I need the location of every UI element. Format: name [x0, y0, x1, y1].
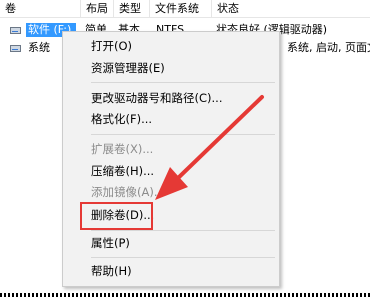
bottom-border — [0, 293, 370, 297]
annotation-arrow — [155, 95, 264, 200]
